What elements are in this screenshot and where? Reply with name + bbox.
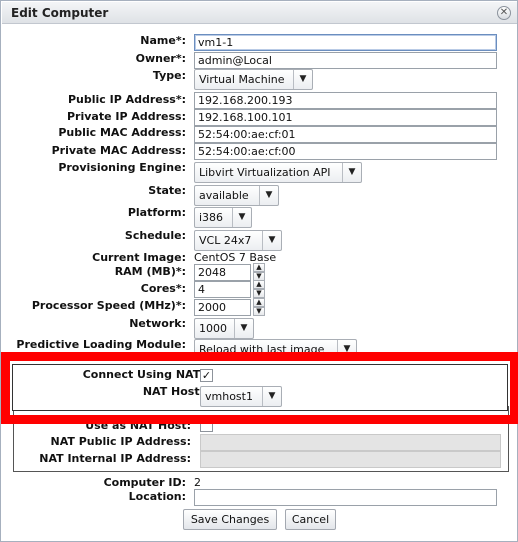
processor-speed-label: Processor Speed (MHz)*:: [31, 299, 186, 312]
connect-using-nat-label: Connect Using NAT:: [82, 368, 204, 381]
nat-public-ip-input[interactable]: [200, 434, 501, 451]
type-label: Type:: [152, 69, 186, 82]
nat-public-ip-label: NAT Public IP Address:: [50, 435, 191, 448]
platform-select[interactable]: i386 ▼: [194, 207, 252, 228]
chevron-down-icon: ▼: [342, 163, 361, 182]
chevron-down-icon: ▼: [293, 70, 312, 89]
chevron-down-icon: ▼: [262, 387, 281, 406]
private-ip-label: Private IP Address:: [66, 110, 186, 123]
connect-nat-box: Connect Using NAT: ✓ NAT Host: vmhost1 ▼: [12, 364, 508, 411]
predictive-loading-label: Predictive Loading Module:: [16, 338, 186, 351]
provisioning-select-value: Libvirt Virtualization API: [199, 166, 331, 179]
connect-using-nat-checkbox[interactable]: ✓: [200, 369, 213, 382]
type-select[interactable]: Virtual Machine ▼: [194, 69, 313, 90]
private-mac-input[interactable]: 52:54:00:ae:cf:00: [194, 143, 497, 160]
platform-label: Platform:: [127, 206, 186, 219]
public-mac-input[interactable]: 52:54:00:ae:cf:01: [194, 126, 497, 143]
nat-host-select-value: vmhost1: [205, 390, 253, 403]
schedule-select-value: VCL 24x7: [199, 234, 252, 247]
spinner-up-icon[interactable]: ▲: [253, 263, 265, 272]
processor-speed-spinner[interactable]: ▲ ▼: [253, 298, 265, 317]
network-label: Network:: [129, 317, 186, 330]
private-mac-label: Private MAC Address:: [51, 144, 186, 157]
name-input[interactable]: vm1-1: [194, 34, 497, 51]
save-changes-button[interactable]: Save Changes: [183, 509, 277, 530]
spinner-down-icon[interactable]: ▼: [253, 307, 265, 316]
computer-id-label: Computer ID:: [103, 476, 186, 489]
processor-speed-input[interactable]: 2000: [194, 299, 251, 316]
public-ip-input[interactable]: 192.168.200.193: [194, 92, 497, 109]
public-mac-label: Public MAC Address:: [58, 126, 186, 139]
spinner-up-icon[interactable]: ▲: [253, 298, 265, 307]
chevron-down-icon: ▼: [232, 208, 251, 227]
state-select[interactable]: available ▼: [194, 185, 279, 206]
owner-input[interactable]: admin@Local: [194, 52, 497, 69]
nat-host-select[interactable]: vmhost1 ▼: [200, 386, 282, 407]
chevron-down-icon: ▼: [259, 186, 278, 205]
cores-label: Cores*:: [140, 282, 186, 295]
dialog-title: Edit Computer: [11, 6, 109, 20]
type-select-value: Virtual Machine: [199, 73, 285, 86]
computer-id-value: 2: [194, 476, 201, 489]
ram-label: RAM (MB)*:: [114, 265, 186, 278]
state-label: State:: [148, 184, 186, 197]
network-select-value: 1000: [199, 322, 227, 335]
schedule-select[interactable]: VCL 24x7 ▼: [194, 230, 282, 251]
cores-spinner[interactable]: ▲ ▼: [253, 280, 265, 299]
cancel-button[interactable]: Cancel: [285, 509, 336, 530]
nat-host-label: NAT Host:: [142, 385, 204, 398]
close-icon[interactable]: ✕: [497, 6, 511, 20]
nat-internal-ip-input[interactable]: [200, 451, 501, 468]
spinner-up-icon[interactable]: ▲: [253, 280, 265, 289]
dialog-titlebar: Edit Computer ✕: [2, 2, 517, 24]
chevron-down-icon: ▼: [262, 231, 281, 250]
platform-select-value: i386: [199, 211, 224, 224]
location-label: Location:: [128, 490, 186, 503]
network-select[interactable]: 1000 ▼: [194, 318, 254, 339]
provisioning-label: Provisioning Engine:: [58, 161, 186, 174]
spinner-down-icon[interactable]: ▼: [253, 289, 265, 298]
nat-internal-ip-label: NAT Internal IP Address:: [39, 452, 191, 465]
ram-input[interactable]: 2048: [194, 264, 251, 281]
public-ip-label: Public IP Address*:: [67, 93, 186, 106]
owner-label: Owner*:: [135, 52, 186, 65]
schedule-label: Schedule:: [124, 229, 186, 242]
state-select-value: available: [199, 189, 249, 202]
cores-input[interactable]: 4: [194, 281, 251, 298]
chevron-down-icon: ▼: [234, 319, 253, 338]
checkmark-icon: ✓: [201, 369, 212, 382]
location-input[interactable]: [194, 489, 497, 506]
current-image-label: Current Image:: [92, 251, 186, 264]
private-ip-input[interactable]: 192.168.100.101: [194, 109, 497, 126]
name-label: Name*:: [140, 34, 186, 47]
edit-computer-dialog: Edit Computer ✕ Name*: vm1-1 Owner*: adm…: [0, 0, 518, 542]
provisioning-select[interactable]: Libvirt Virtualization API ▼: [194, 162, 362, 183]
